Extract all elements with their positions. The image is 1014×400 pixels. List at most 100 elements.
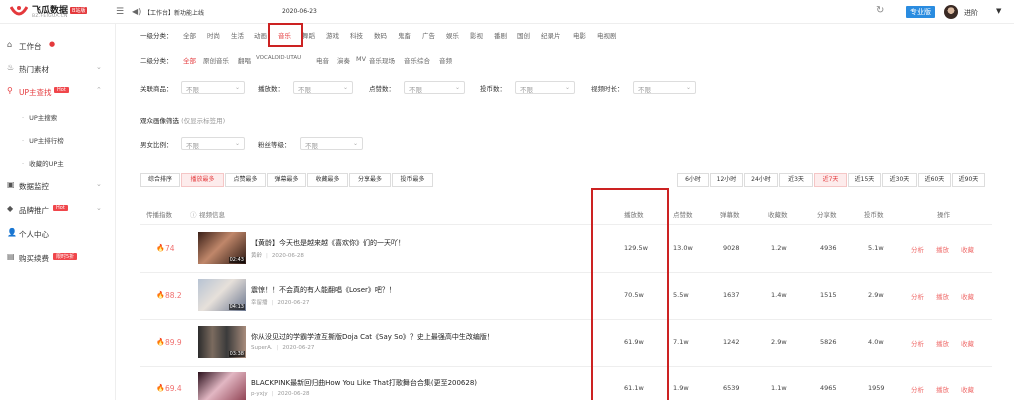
category1-option[interactable]: 生活: [231, 30, 244, 40]
sidebar-sub-up-favorites[interactable]: · 收藏的UP主: [22, 158, 64, 168]
category1-option[interactable]: 番剧: [494, 30, 507, 40]
username[interactable]: 进阶: [964, 8, 978, 18]
category2-option[interactable]: MV: [356, 55, 366, 63]
category1-option[interactable]: 动画: [254, 30, 267, 40]
play-link[interactable]: 播放: [936, 338, 949, 348]
time-tab[interactable]: 12小时: [710, 173, 743, 187]
pro-version-badge[interactable]: 专业版: [906, 6, 935, 18]
time-tab[interactable]: 6小时: [677, 173, 709, 187]
category1-option[interactable]: 电视剧: [597, 30, 617, 40]
video-author[interactable]: SuperA.: [251, 345, 273, 351]
sort-tab[interactable]: 点赞最多: [225, 173, 266, 187]
category2-option[interactable]: 音频: [439, 55, 452, 65]
category1-option[interactable]: 纪录片: [541, 30, 561, 40]
time-tab[interactable]: 近7天: [814, 173, 847, 187]
col-coin[interactable]: 投币数: [864, 209, 884, 219]
sidebar-sub-up-search[interactable]: · UP主搜索: [22, 112, 57, 122]
time-tab[interactable]: 近30天: [882, 173, 917, 187]
sidebar-item-workbench[interactable]: ⌂ 工作台 ●: [0, 36, 116, 56]
refresh-icon[interactable]: ↻: [876, 5, 884, 16]
video-title[interactable]: BLACKPINK最新回归曲How You Like That打歌舞台合集(更至…: [251, 378, 477, 388]
related-goods-select[interactable]: 不限 ⌄: [181, 81, 245, 94]
time-tab[interactable]: 24小时: [744, 173, 778, 187]
category1-option[interactable]: 娱乐: [446, 30, 459, 40]
duration-select[interactable]: 不限 ⌄: [633, 81, 696, 94]
video-date: 2020-06-28: [271, 253, 304, 259]
sidebar-item-hot-material[interactable]: ♨ 热门素材 ⌄: [0, 59, 116, 79]
time-tab[interactable]: 近60天: [918, 173, 951, 187]
analyze-link[interactable]: 分析: [911, 244, 924, 254]
avatar[interactable]: [944, 5, 958, 19]
video-author[interactable]: 幸留播: [251, 300, 268, 306]
sidebar-item-monitor[interactable]: ▣ 数据监控 ⌄: [0, 176, 116, 196]
col-danmaku[interactable]: 弹幕数: [720, 209, 740, 219]
col-like[interactable]: 点赞数: [673, 209, 693, 219]
gender-ratio-select[interactable]: 不限 ⌄: [181, 137, 245, 150]
time-tab[interactable]: 近3天: [779, 173, 813, 187]
sidebar-item-purchase[interactable]: ▤ 购买续费 限时5折: [0, 248, 116, 268]
sidebar-item-brand[interactable]: ◆ 品牌推广 Hot ⌄: [0, 200, 116, 220]
logo-badge: B站版: [70, 7, 88, 14]
analyze-link[interactable]: 分析: [911, 338, 924, 348]
favorite-link[interactable]: 收藏: [961, 244, 974, 254]
favorite-link[interactable]: 收藏: [961, 384, 974, 394]
category1-option[interactable]: 游戏: [326, 30, 339, 40]
category1-option[interactable]: 舞蹈: [302, 30, 315, 40]
fan-level-select[interactable]: 不限 ⌄: [300, 137, 363, 150]
sort-tab[interactable]: 收藏最多: [307, 173, 348, 187]
sort-tab[interactable]: 分享最多: [349, 173, 391, 187]
sort-tab[interactable]: 播放最多: [181, 173, 224, 187]
sort-tab[interactable]: 投币最多: [392, 173, 433, 187]
sort-tab[interactable]: 弹幕最多: [267, 173, 306, 187]
sidebar-sub-up-ranking[interactable]: · UP主排行榜: [22, 135, 64, 145]
video-author[interactable]: p-yxjy: [251, 391, 268, 397]
category1-option[interactable]: 全部: [183, 30, 196, 40]
cell-like: 5.5w: [673, 291, 689, 299]
video-thumbnail[interactable]: [198, 372, 246, 400]
category1-option[interactable]: 广告: [422, 30, 435, 40]
time-tab[interactable]: 近15天: [848, 173, 881, 187]
category2-option[interactable]: 翻唱: [238, 55, 251, 65]
favorite-link[interactable]: 收藏: [961, 338, 974, 348]
favorite-link[interactable]: 收藏: [961, 291, 974, 301]
notice-text[interactable]: 【工作台】新功能上线: [144, 8, 204, 17]
category2-option[interactable]: 电音: [316, 55, 329, 65]
sidebar-item-up-search[interactable]: ⚲ UP主查找 Hot ⌃: [0, 82, 116, 102]
category2-option[interactable]: VOCALOID·UTAU: [256, 55, 301, 61]
category2-option[interactable]: 演奏: [337, 55, 350, 65]
video-title[interactable]: 你从没见过的学霸学渣互撕版Doja Cat《Say So》？史上最强高中生改编版…: [251, 332, 494, 342]
video-title[interactable]: 震惊！！不会真的有人能翻唱《Loser》吧？！: [251, 285, 396, 295]
video-thumbnail[interactable]: 04:13: [198, 279, 246, 311]
category1-option[interactable]: 鬼畜: [398, 30, 411, 40]
video-thumbnail[interactable]: 02:43: [198, 232, 246, 264]
analyze-link[interactable]: 分析: [911, 384, 924, 394]
category2-option[interactable]: 音乐现场: [369, 55, 395, 65]
video-thumbnail[interactable]: 03:38: [198, 326, 246, 358]
category1-option[interactable]: 电影: [573, 30, 586, 40]
coin-count-select[interactable]: 不限 ⌄: [515, 81, 575, 94]
category2-option[interactable]: 音乐综合: [404, 55, 430, 65]
category2-option[interactable]: 原创音乐: [203, 55, 229, 65]
category1-option[interactable]: 影视: [470, 30, 483, 40]
play-link[interactable]: 播放: [936, 384, 949, 394]
sidebar-item-personal[interactable]: 👤 个人中心: [0, 224, 116, 244]
play-link[interactable]: 播放: [936, 291, 949, 301]
category1-option[interactable]: 数码: [374, 30, 387, 40]
caret-down-icon[interactable]: ▼: [996, 7, 1001, 15]
logo-icon[interactable]: [10, 4, 28, 19]
category1-option[interactable]: 国创: [517, 30, 530, 40]
video-title[interactable]: 【黄龄】今天也是越来越《喜欢你》们的一天吖！: [251, 238, 405, 248]
time-tab[interactable]: 近90天: [952, 173, 985, 187]
category2-option[interactable]: 全部: [183, 55, 196, 65]
analyze-link[interactable]: 分析: [911, 291, 924, 301]
category1-option[interactable]: 时尚: [207, 30, 220, 40]
category1-option[interactable]: 科技: [350, 30, 363, 40]
sort-tab[interactable]: 综合排序: [140, 173, 180, 187]
col-share[interactable]: 分享数: [817, 209, 837, 219]
video-author[interactable]: 黄龄: [251, 253, 262, 259]
menu-icon[interactable]: ☰: [116, 7, 124, 17]
col-fav[interactable]: 收藏数: [768, 209, 788, 219]
play-count-select[interactable]: 不限 ⌄: [293, 81, 353, 94]
like-count-select[interactable]: 不限 ⌄: [404, 81, 465, 94]
play-link[interactable]: 播放: [936, 244, 949, 254]
